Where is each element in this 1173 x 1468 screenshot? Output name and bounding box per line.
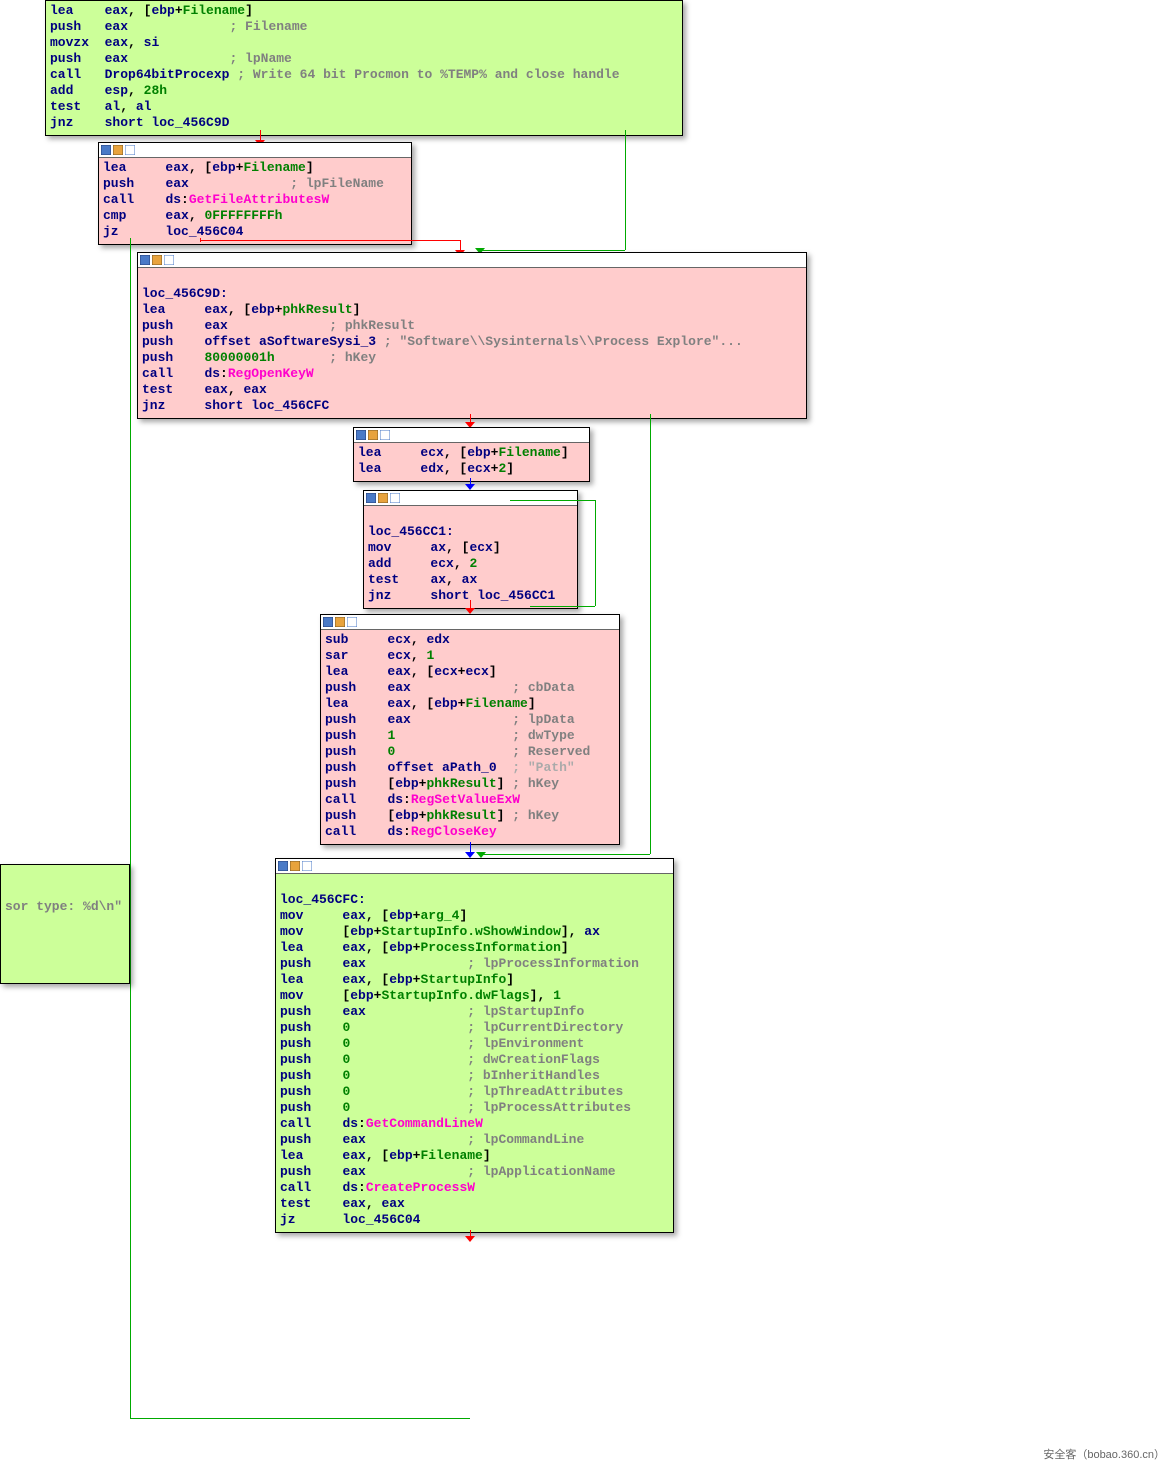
asm-block-6[interactable]: sub ecx, edx sar ecx, 1 lea eax, [ecx+ec…	[320, 614, 620, 845]
node-icon	[347, 617, 357, 627]
asm-block-5[interactable]: loc_456CC1: mov ax, [ecx] add ecx, 2 tes…	[363, 490, 578, 609]
window-icon	[323, 617, 333, 627]
palette-icon	[152, 255, 162, 265]
window-icon	[140, 255, 150, 265]
asm-code: lea eax, [ebp+Filename] push eax ; Filen…	[46, 1, 682, 135]
block-header	[354, 428, 589, 443]
palette-icon	[368, 430, 378, 440]
asm-block-2[interactable]: lea eax, [ebp+Filename] push eax ; lpFil…	[98, 142, 412, 245]
block-header	[138, 253, 806, 268]
asm-code: lea eax, [ebp+Filename] push eax ; lpFil…	[99, 158, 411, 244]
node-icon	[302, 861, 312, 871]
asm-code: loc_456C9D: lea eax, [ebp+phkResult] pus…	[138, 268, 806, 418]
node-icon	[125, 145, 135, 155]
palette-icon	[378, 493, 388, 503]
node-icon	[390, 493, 400, 503]
asm-code: lea ecx, [ebp+Filename] lea edx, [ecx+2]	[354, 443, 589, 481]
asm-code: loc_456CC1: mov ax, [ecx] add ecx, 2 tes…	[364, 506, 577, 608]
asm-block-4[interactable]: lea ecx, [ebp+Filename] lea edx, [ecx+2]	[353, 427, 590, 482]
block-header	[99, 143, 411, 158]
window-icon	[101, 145, 111, 155]
block-header	[321, 615, 619, 630]
window-icon	[366, 493, 376, 503]
asm-block-1[interactable]: lea eax, [ebp+Filename] push eax ; Filen…	[45, 0, 683, 136]
palette-icon	[290, 861, 300, 871]
asm-block-7[interactable]: loc_456CFC: mov eax, [ebp+arg_4] mov [eb…	[275, 858, 674, 1233]
palette-icon	[335, 617, 345, 627]
window-icon	[278, 861, 288, 871]
window-icon	[356, 430, 366, 440]
asm-code: loc_456CFC: mov eax, [ebp+arg_4] mov [eb…	[276, 874, 673, 1232]
node-icon	[164, 255, 174, 265]
palette-icon	[113, 145, 123, 155]
asm-block-side[interactable]: sor type: %d\n"	[0, 864, 130, 984]
asm-block-3[interactable]: loc_456C9D: lea eax, [ebp+phkResult] pus…	[137, 252, 807, 419]
block-header	[276, 859, 673, 874]
block-header	[364, 491, 577, 506]
node-icon	[380, 430, 390, 440]
asm-code: sub ecx, edx sar ecx, 1 lea eax, [ecx+ec…	[321, 630, 619, 844]
asm-code: sor type: %d\n"	[1, 865, 129, 983]
watermark: 安全客（bobao.360.cn）	[1043, 1446, 1165, 1462]
